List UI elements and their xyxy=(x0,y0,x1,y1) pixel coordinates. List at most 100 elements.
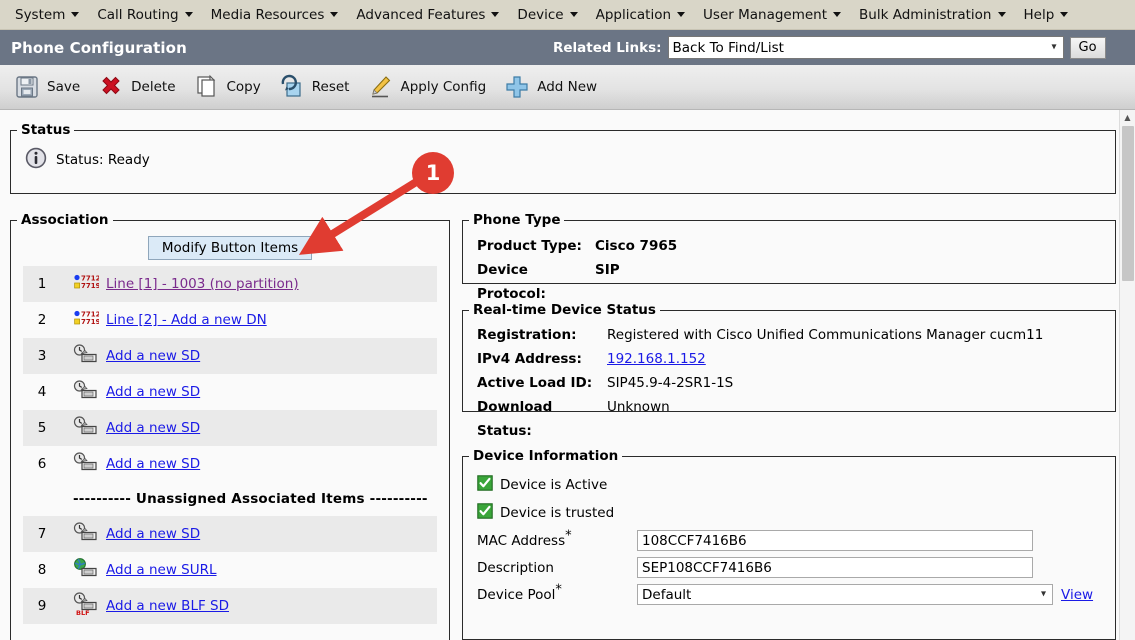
phone-type-legend: Phone Type xyxy=(473,212,561,228)
active-load-row: Active Load ID: SIP45.9-4-2SR1-1S xyxy=(477,371,1115,395)
blue-plus-add-icon xyxy=(504,74,530,100)
info-icon xyxy=(25,147,47,173)
chevron-down-icon xyxy=(71,12,80,17)
page-content: Status Status: Ready Association Modify … xyxy=(0,110,1135,640)
realtime-status-legend: Real-time Device Status xyxy=(473,302,656,318)
menu-item-advanced-features[interactable]: Advanced Features xyxy=(347,4,508,26)
menu-label: Call Routing xyxy=(97,6,179,23)
association-row-link[interactable]: Line [2] - Add a new DN xyxy=(106,312,267,328)
device-trusted-row: Device is trusted xyxy=(477,499,1115,527)
menu-label: Application xyxy=(595,6,672,23)
device-protocol-row: Device Protocol: SIP xyxy=(477,258,1115,306)
association-row-body: Add a new SD xyxy=(61,410,437,446)
association-row: 2 7712 7719 Line [2] - Add a new DN xyxy=(11,302,449,338)
main-menubar: System Call Routing Media Resources Adva… xyxy=(0,0,1135,30)
blf-speed-dial-icon: BLF xyxy=(73,592,99,620)
association-row-body: Add a new SD xyxy=(61,446,437,482)
status-row: Status: Ready xyxy=(11,138,1115,173)
related-links-select[interactable]: Back To Find/List ▾ xyxy=(667,36,1064,59)
association-row: 3 Add a new SD xyxy=(11,338,449,374)
menu-item-system[interactable]: System xyxy=(6,4,88,26)
device-pool-view-link[interactable]: View xyxy=(1061,587,1093,603)
association-row-link[interactable]: Add a new SD xyxy=(106,456,200,472)
reset-button[interactable]: Reset xyxy=(275,71,360,103)
go-button[interactable]: Go xyxy=(1069,36,1106,59)
svg-text:7719: 7719 xyxy=(81,318,99,326)
chevron-down-icon xyxy=(677,12,686,17)
chevron-down-icon: ▾ xyxy=(1040,587,1046,599)
association-row-link[interactable]: Add a new BLF SD xyxy=(106,598,229,614)
annotation-badge-1: 1 xyxy=(412,152,454,194)
scrollbar-thumb[interactable] xyxy=(1122,126,1134,281)
speed-dial-icon xyxy=(73,416,99,440)
toolbar-label: Reset xyxy=(311,79,350,95)
chevron-down-icon xyxy=(833,12,842,17)
modify-button-items-button[interactable]: Modify Button Items xyxy=(147,236,313,260)
speed-dial-icon xyxy=(73,344,99,368)
association-row-body: Add a new SURL xyxy=(61,552,437,588)
apply-config-button[interactable]: Apply Config xyxy=(363,71,496,103)
speed-dial-icon xyxy=(73,452,99,476)
device-trusted-label: Device is trusted xyxy=(500,505,615,521)
association-row-link[interactable]: Add a new SD xyxy=(106,526,200,542)
add-new-button[interactable]: Add New xyxy=(500,71,607,103)
menu-item-help[interactable]: Help xyxy=(1015,4,1078,26)
device-pool-select[interactable]: Default ▾ xyxy=(637,584,1053,605)
mac-address-input[interactable]: 108CCF7416B6 xyxy=(637,530,1033,551)
svg-text:7719: 7719 xyxy=(81,282,99,290)
association-row-index: 9 xyxy=(23,588,61,624)
chevron-down-icon xyxy=(184,12,193,17)
menu-label: Device xyxy=(517,6,564,23)
realtime-device-status-panel: Real-time Device Status Registration: Re… xyxy=(462,302,1116,439)
menu-item-application[interactable]: Application xyxy=(587,4,694,26)
description-input[interactable]: SEP108CCF7416B6 xyxy=(637,557,1033,578)
menu-item-bulk-administration[interactable]: Bulk Administration xyxy=(850,4,1014,26)
association-rows: 1 7712 7719 Line [1] - 1003 (no partition) 2… xyxy=(11,266,449,624)
menu-label: System xyxy=(15,6,66,23)
association-panel: Association Modify Button Items 1 7712 771… xyxy=(10,212,450,640)
toolbar-label: Add New xyxy=(537,79,598,95)
association-row-link[interactable]: Add a new SURL xyxy=(106,562,217,578)
device-active-row: Device is Active xyxy=(477,471,1115,499)
association-row-body: BLF Add a new BLF SD xyxy=(61,588,437,624)
menu-item-device[interactable]: Device xyxy=(508,4,586,26)
product-type-label: Product Type: xyxy=(477,238,582,254)
device-pool-row: Device Pool* Default ▾ View xyxy=(477,581,1115,608)
speed-dial-icon xyxy=(73,522,99,546)
device-information-body: Device is Active Device is trusted MAC A… xyxy=(463,464,1115,608)
ipv4-address-link[interactable]: 192.168.1.152 xyxy=(607,347,706,371)
green-check-icon xyxy=(477,503,493,523)
menu-item-user-management[interactable]: User Management xyxy=(694,4,850,26)
download-status-row: Download Status: Unknown xyxy=(477,395,1115,443)
association-row-body: 7712 7719 Line [2] - Add a new DN xyxy=(61,302,437,338)
copy-button[interactable]: Copy xyxy=(190,71,271,103)
association-row: 6 Add a new SD xyxy=(11,446,449,482)
download-status-label: Download Status: xyxy=(477,399,553,439)
delete-button[interactable]: Delete xyxy=(94,71,185,103)
save-button[interactable]: Save xyxy=(10,71,90,103)
menu-item-media-resources[interactable]: Media Resources xyxy=(202,4,348,26)
association-row-link[interactable]: Add a new SD xyxy=(106,420,200,436)
menu-label: Bulk Administration xyxy=(859,6,992,23)
association-row: 9 BLF Add a new BLF SD xyxy=(11,588,449,624)
association-row-link[interactable]: Add a new SD xyxy=(106,348,200,364)
registration-value: Registered with Cisco Unified Communicat… xyxy=(607,327,1044,343)
registration-label: Registration: xyxy=(477,327,577,343)
svg-text:BLF: BLF xyxy=(76,609,90,616)
device-protocol-value: SIP xyxy=(595,262,620,278)
download-status-value: Unknown xyxy=(607,399,670,415)
association-row-link[interactable]: Line [1] - 1003 (no partition) xyxy=(106,276,299,292)
association-row-body: 7712 7719 Line [1] - 1003 (no partition) xyxy=(61,266,437,302)
device-pool-selected-value: Default xyxy=(642,586,692,603)
reset-refresh-icon xyxy=(279,74,305,100)
menu-item-call-routing[interactable]: Call Routing xyxy=(88,4,201,26)
related-links-selected-value: Back To Find/List xyxy=(672,39,784,56)
mac-address-label: MAC Address* xyxy=(477,528,572,549)
scroll-up-arrow-icon[interactable]: ▲ xyxy=(1120,110,1135,124)
association-row: 1 7712 7719 Line [1] - 1003 (no partition) xyxy=(11,266,449,302)
product-type-row: Product Type: Cisco 7965 xyxy=(477,234,1115,258)
association-row-link[interactable]: Add a new SD xyxy=(106,384,200,400)
vertical-scrollbar[interactable]: ▲ xyxy=(1119,110,1135,640)
association-row: 5 Add a new SD xyxy=(11,410,449,446)
chevron-down-icon xyxy=(330,12,339,17)
